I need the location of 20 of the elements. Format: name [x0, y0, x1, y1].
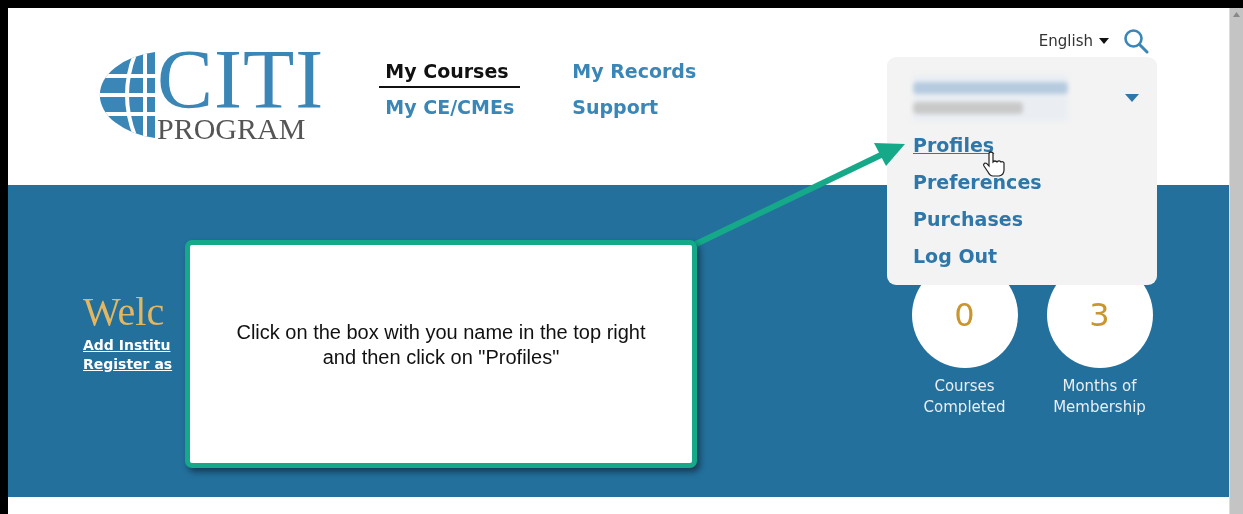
caret-icon[interactable] [1099, 38, 1109, 44]
callout-text: Click on the box with you name in the top right and then click on "Profiles" [235, 320, 647, 370]
logo-subtitle: PROGRAM [157, 114, 306, 144]
welcome-link[interactable]: Register as [83, 356, 173, 372]
nav-link[interactable]: My CE/CMEs [379, 96, 521, 124]
menu-item[interactable]: Profiles [913, 133, 995, 158]
language-selector[interactable]: English [1038, 32, 1109, 50]
scrollbar[interactable] [1229, 8, 1243, 514]
stat-label: Months of Membership [1052, 376, 1147, 418]
nav-link[interactable]: Support [566, 96, 703, 124]
menu-item[interactable]: Preferences [913, 170, 1042, 195]
nav-link[interactable]: My Records [566, 60, 703, 88]
welcome-link[interactable]: Add Institu [83, 337, 171, 353]
search-icon[interactable] [1123, 28, 1149, 54]
menu-item[interactable]: Purchases [913, 207, 1023, 232]
nav-link[interactable]: My Courses [379, 60, 521, 88]
logo-title: CITI [157, 48, 325, 112]
scroll-up-icon[interactable] [1233, 12, 1240, 17]
stat-label: Courses Completed [922, 376, 1007, 418]
welcome-heading: Welc [83, 290, 165, 334]
